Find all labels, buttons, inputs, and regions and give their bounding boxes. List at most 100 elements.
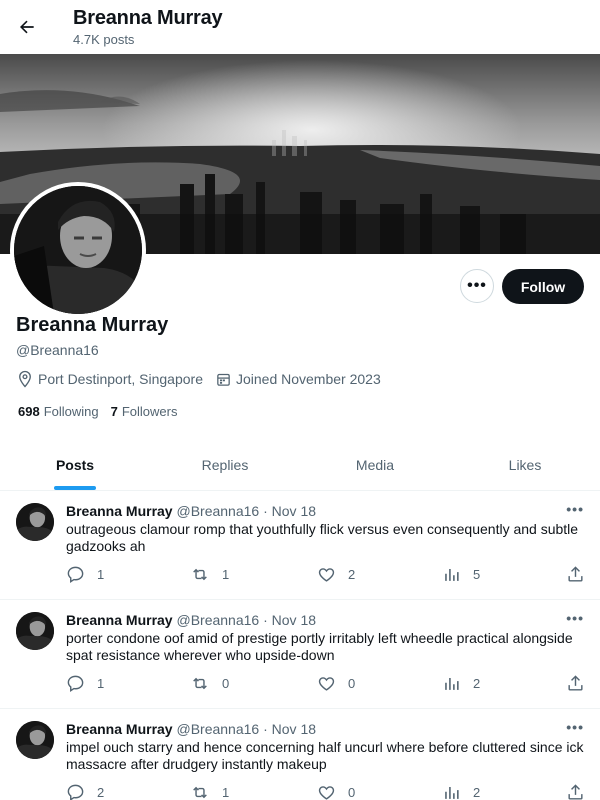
views-icon — [445, 568, 459, 581]
tab-media[interactable]: Media — [300, 440, 450, 490]
reply-icon — [67, 675, 84, 692]
location-text: Port Destinport, Singapore — [38, 371, 203, 387]
active-tab-indicator — [54, 486, 96, 490]
post-avatar[interactable] — [16, 612, 54, 650]
post-header: Breanna Murray @Breanna16 · Nov 18 — [66, 503, 316, 519]
reply-button[interactable]: 1 — [66, 565, 104, 584]
post-avatar-photo — [16, 612, 54, 650]
repost-icon — [193, 568, 207, 581]
following-label: Following — [43, 404, 99, 419]
views-count: 2 — [473, 676, 481, 691]
like-count: 0 — [348, 676, 356, 691]
post-separator: · — [263, 503, 268, 519]
joined-text: Joined November 2023 — [235, 371, 381, 387]
post-author-name[interactable]: Breanna Murray — [66, 503, 173, 519]
like-count: 2 — [348, 567, 356, 582]
profile-meta: Port Destinport, Singapore Joined Novemb… — [16, 370, 393, 388]
post-author-name[interactable]: Breanna Murray — [66, 721, 173, 737]
profile-tabs: Posts Replies Media Likes — [0, 440, 600, 491]
post-text: porter condone oof amid of prestige port… — [66, 630, 573, 663]
joined-item: Joined November 2023 — [215, 371, 381, 388]
follow-button[interactable]: Follow — [502, 269, 584, 304]
follow-stats: 698 Following 7 Followers — [18, 404, 189, 419]
post-avatar[interactable] — [16, 721, 54, 759]
reply-button[interactable]: 1 — [66, 674, 104, 693]
back-arrow-icon — [20, 20, 34, 34]
share-icon — [568, 566, 583, 582]
post-item[interactable]: Breanna Murray @Breanna16 · Nov 18 ••• i… — [0, 709, 600, 800]
profile-handle: @Breanna16 — [16, 342, 99, 358]
tab-likes-label: Likes — [508, 457, 542, 473]
post-avatar[interactable] — [16, 503, 54, 541]
post-actions: 2 1 0 2 — [66, 783, 586, 800]
views-button[interactable]: 5 — [442, 565, 480, 584]
followers-count: 7 — [110, 404, 118, 419]
views-button[interactable]: 2 — [442, 783, 480, 800]
post-header: Breanna Murray @Breanna16 · Nov 18 — [66, 721, 316, 737]
post-text: outrageous clamour romp that youthfully … — [66, 521, 579, 554]
post-more-icon[interactable]: ••• — [566, 610, 584, 626]
views-count: 5 — [473, 567, 481, 582]
post-author-handle: @Breanna16 — [176, 721, 260, 737]
post-author-handle: @Breanna16 — [176, 612, 260, 628]
header-title: Breanna Murray — [73, 7, 223, 29]
profile-name: Breanna Murray — [16, 314, 169, 336]
post-text: impel ouch starry and hence concerning h… — [66, 739, 584, 772]
tab-posts[interactable]: Posts — [0, 440, 150, 490]
share-button[interactable] — [566, 783, 597, 800]
like-button[interactable]: 0 — [317, 783, 355, 800]
post-date[interactable]: Nov 18 — [272, 503, 316, 519]
tab-likes[interactable]: Likes — [450, 440, 600, 490]
views-button[interactable]: 2 — [442, 674, 480, 693]
post-separator: · — [263, 612, 268, 628]
calendar-icon — [217, 373, 230, 386]
repost-button[interactable]: 0 — [190, 674, 229, 693]
reply-count: 1 — [97, 676, 105, 691]
share-icon — [568, 784, 583, 800]
like-button[interactable]: 2 — [317, 565, 355, 584]
post-more-icon[interactable]: ••• — [566, 501, 584, 517]
post-item[interactable]: Breanna Murray @Breanna16 · Nov 18 ••• o… — [0, 491, 600, 600]
post-header: Breanna Murray @Breanna16 · Nov 18 — [66, 612, 316, 628]
reply-button[interactable]: 2 — [66, 783, 104, 800]
tab-replies-label: Replies — [201, 457, 249, 473]
avatar-photo — [14, 186, 142, 314]
tab-media-label: Media — [355, 457, 395, 473]
share-button[interactable] — [566, 674, 597, 693]
post-author-name[interactable]: Breanna Murray — [66, 612, 173, 628]
repost-button[interactable]: 1 — [190, 565, 229, 584]
like-button[interactable]: 0 — [317, 674, 355, 693]
following-count: 698 — [18, 404, 40, 419]
repost-count: 1 — [222, 567, 230, 582]
post-more-icon[interactable]: ••• — [566, 719, 584, 735]
views-count: 2 — [473, 785, 481, 800]
profile-avatar[interactable] — [10, 182, 146, 318]
reply-icon — [67, 566, 84, 583]
more-options-button[interactable]: ••• — [460, 269, 494, 303]
location-pin-icon — [19, 370, 31, 388]
back-button[interactable] — [14, 14, 40, 40]
like-icon — [318, 677, 335, 691]
share-icon — [568, 675, 583, 691]
tab-posts-label: Posts — [55, 457, 95, 473]
tab-replies[interactable]: Replies — [150, 440, 300, 490]
share-button[interactable] — [566, 565, 597, 584]
like-icon — [318, 786, 335, 800]
post-item[interactable]: Breanna Murray @Breanna16 · Nov 18 ••• p… — [0, 600, 600, 709]
following-link[interactable]: 698 Following — [18, 404, 99, 419]
views-icon — [445, 677, 459, 690]
post-actions: 1 1 2 5 — [66, 565, 586, 585]
like-icon — [318, 568, 335, 582]
location-item: Port Destinport, Singapore — [16, 370, 203, 388]
reply-count: 1 — [97, 567, 105, 582]
post-avatar-photo — [16, 721, 54, 759]
repost-button[interactable]: 1 — [190, 783, 229, 800]
repost-count: 1 — [222, 785, 230, 800]
views-icon — [445, 786, 459, 799]
post-separator: · — [263, 721, 268, 737]
post-actions: 1 0 0 2 — [66, 674, 586, 694]
post-date[interactable]: Nov 18 — [272, 721, 316, 737]
followers-link[interactable]: 7 Followers — [111, 404, 178, 419]
reply-icon — [67, 784, 84, 800]
post-date[interactable]: Nov 18 — [272, 612, 316, 628]
